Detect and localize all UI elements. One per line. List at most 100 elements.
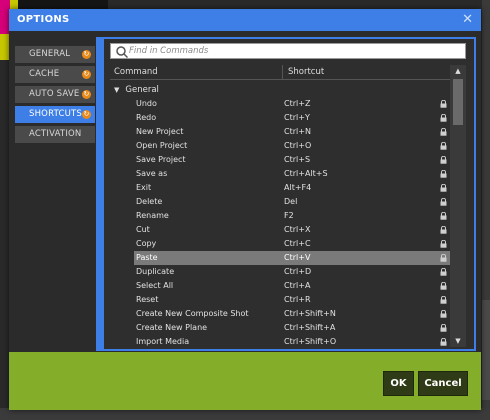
sidebar-item-activation[interactable]: ACTIVATION — [15, 126, 95, 143]
table-row[interactable]: Save Project Ctrl+S — [134, 153, 450, 167]
refresh-icon: ↻ — [82, 110, 91, 119]
shortcut-key[interactable]: Ctrl+Alt+S — [284, 167, 328, 181]
command-name: Undo — [136, 99, 157, 108]
lock-icon — [440, 226, 447, 234]
sidebar-item-auto-save[interactable]: AUTO SAVE ↻ — [15, 86, 95, 103]
lock-icon — [440, 268, 447, 276]
group-general[interactable]: ▼ General — [114, 83, 159, 97]
ok-button[interactable]: OK — [383, 371, 414, 396]
shortcut-key[interactable]: Ctrl+C — [284, 237, 311, 251]
command-name: Save Project — [136, 155, 186, 164]
scrollbar-thumb[interactable] — [453, 79, 463, 125]
shortcut-key[interactable]: Del — [284, 195, 297, 209]
shortcut-key[interactable]: Ctrl+S — [284, 153, 310, 167]
command-name: Select All — [136, 281, 174, 290]
table-row[interactable]: Exit Alt+F4 — [134, 181, 450, 195]
table-row[interactable]: Create New Plane Ctrl+Shift+A — [134, 321, 450, 335]
lock-icon — [440, 142, 447, 150]
command-name: Rename — [136, 211, 169, 220]
lock-icon — [440, 324, 447, 332]
shortcut-key[interactable]: Ctrl+Shift+N — [284, 307, 336, 321]
column-header-shortcut[interactable]: Shortcut — [288, 67, 324, 77]
lock-icon — [440, 128, 447, 136]
options-sidebar: GENERAL ↻ CACHE ↻ AUTO SAVE ↻ SHORTCUTS … — [15, 46, 95, 146]
search-box[interactable] — [110, 43, 466, 59]
sidebar-item-label: AUTO SAVE — [29, 89, 80, 99]
scroll-down-arrow-icon[interactable]: ▼ — [450, 335, 466, 347]
refresh-icon: ↻ — [82, 90, 91, 99]
shortcut-key[interactable]: Alt+F4 — [284, 181, 311, 195]
lock-icon — [440, 310, 447, 318]
search-icon — [116, 46, 129, 59]
table-row[interactable]: Import Media Ctrl+Shift+O — [134, 335, 450, 347]
shortcut-key[interactable]: Ctrl+O — [284, 139, 311, 153]
shortcut-key[interactable]: Ctrl+N — [284, 125, 311, 139]
close-icon[interactable]: ✕ — [462, 12, 473, 27]
command-name: Copy — [136, 239, 157, 248]
shortcut-key[interactable]: Ctrl+X — [284, 223, 310, 237]
command-name: Duplicate — [136, 267, 175, 276]
shortcuts-panel: Command Shortcut ▼General Undo Ctrl+ZRedo… — [96, 37, 476, 351]
shortcuts-list: ▼ General Undo Ctrl+Z Redo Ctrl+Y New Project… — [110, 83, 450, 347]
shortcut-key[interactable]: Ctrl+Z — [284, 97, 310, 111]
table-row[interactable]: Redo Ctrl+Y — [134, 111, 450, 125]
lock-icon — [440, 240, 447, 248]
shortcut-key[interactable]: Ctrl+Shift+A — [284, 321, 335, 335]
table-row[interactable]: Save as Ctrl+Alt+S — [134, 167, 450, 181]
sidebar-item-shortcuts[interactable]: SHORTCUTS ↻ — [15, 106, 95, 123]
lock-icon — [440, 254, 447, 262]
shortcut-key[interactable]: Ctrl+D — [284, 265, 311, 279]
dialog-footer: OK Cancel — [9, 352, 481, 410]
lock-icon — [440, 338, 447, 346]
lock-icon — [440, 114, 447, 122]
table-row[interactable]: New Project Ctrl+N — [134, 125, 450, 139]
table-row[interactable]: Cut Ctrl+X — [134, 223, 450, 237]
shortcut-key[interactable]: Ctrl+V — [284, 251, 310, 265]
lock-icon — [440, 156, 447, 164]
table-row[interactable]: Rename F2 — [134, 209, 450, 223]
search-input[interactable] — [129, 44, 459, 58]
table-row[interactable]: Create New Composite Shot Ctrl+Shift+N — [134, 307, 450, 321]
shortcut-key[interactable]: Ctrl+Shift+O — [284, 335, 336, 347]
lock-icon — [440, 212, 447, 220]
column-header-command[interactable]: Command — [114, 67, 158, 77]
vertical-scrollbar[interactable]: ▲ ▼ — [450, 65, 466, 347]
table-row[interactable]: Select All Ctrl+A — [134, 279, 450, 293]
table-row[interactable]: Paste Ctrl+V — [134, 251, 450, 265]
command-name: Save as — [136, 169, 168, 178]
sidebar-item-label: CACHE — [29, 69, 60, 79]
expand-triangle-icon[interactable]: ▼ — [114, 83, 119, 97]
command-name: Delete — [136, 197, 163, 206]
sidebar-item-cache[interactable]: CACHE ↻ — [15, 66, 95, 83]
table-header: Command Shortcut — [110, 65, 450, 80]
table-row[interactable]: Delete Del — [134, 195, 450, 209]
column-divider[interactable] — [282, 65, 283, 79]
shortcut-key[interactable]: Ctrl+Y — [284, 111, 310, 125]
table-row[interactable]: Open Project Ctrl+O — [134, 139, 450, 153]
lock-icon — [440, 282, 447, 290]
command-name: Create New Composite Shot — [136, 309, 249, 318]
lock-icon — [440, 184, 447, 192]
shortcut-key[interactable]: Ctrl+R — [284, 293, 311, 307]
command-name: New Project — [136, 127, 184, 136]
command-name: Reset — [136, 295, 159, 304]
table-row[interactable]: Undo Ctrl+Z — [134, 97, 450, 111]
command-name: Import Media — [136, 337, 190, 346]
shortcut-key[interactable]: Ctrl+A — [284, 279, 310, 293]
cancel-button[interactable]: Cancel — [418, 371, 468, 396]
lock-icon — [440, 198, 447, 206]
sidebar-item-general[interactable]: GENERAL ↻ — [15, 46, 95, 63]
table-row[interactable]: Copy Ctrl+C — [134, 237, 450, 251]
sidebar-item-label: SHORTCUTS — [29, 109, 83, 119]
command-name: Open Project — [136, 141, 188, 150]
command-name: Cut — [136, 225, 150, 234]
shortcuts-panel-body: Command Shortcut ▼General Undo Ctrl+ZRedo… — [104, 39, 474, 349]
sidebar-item-label: GENERAL — [29, 49, 71, 59]
shortcut-key[interactable]: F2 — [284, 209, 294, 223]
lock-icon — [440, 100, 447, 108]
refresh-icon: ↻ — [82, 50, 91, 59]
table-row[interactable]: Duplicate Ctrl+D — [134, 265, 450, 279]
table-row[interactable]: Reset Ctrl+R — [134, 293, 450, 307]
dialog-title: OPTIONS — [17, 14, 70, 25]
scroll-up-arrow-icon[interactable]: ▲ — [450, 65, 466, 77]
